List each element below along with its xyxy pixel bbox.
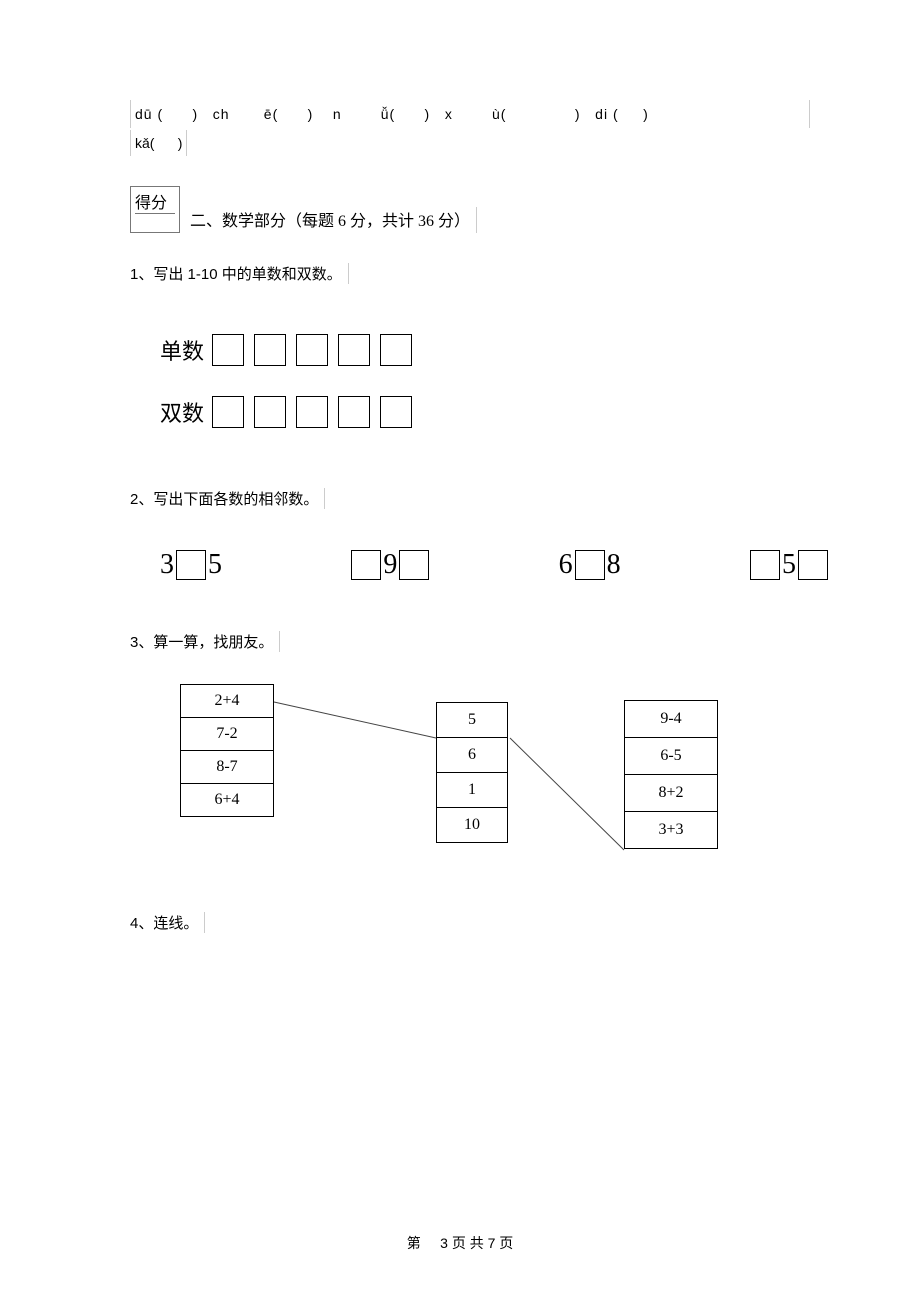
match-cell: 2+4 bbox=[181, 685, 273, 718]
question3-text: 3、算一算，找朋友。 bbox=[130, 631, 280, 652]
page-footer: 第 3 页 共 7 页 bbox=[0, 1233, 920, 1253]
question2-text: 2、写出下面各数的相邻数。 bbox=[130, 488, 325, 509]
even-box[interactable] bbox=[212, 396, 244, 428]
neighbor-box[interactable] bbox=[575, 550, 605, 580]
neighbor-group-3: 6 8 bbox=[559, 549, 621, 581]
num-3: 3 bbox=[160, 549, 174, 581]
neighbor-row: 3 5 9 6 8 5 bbox=[160, 549, 830, 581]
num-5: 5 bbox=[208, 549, 222, 581]
neighbor-box[interactable] bbox=[351, 550, 381, 580]
match-cell: 5 bbox=[437, 703, 507, 738]
match-cell: 3+3 bbox=[625, 812, 717, 848]
odd-row: 单数 bbox=[160, 334, 810, 366]
odd-box[interactable] bbox=[338, 334, 370, 366]
odd-even-boxes: 单数 双数 bbox=[160, 334, 810, 428]
odd-box[interactable] bbox=[380, 334, 412, 366]
num-8: 8 bbox=[607, 549, 621, 581]
num-5b: 5 bbox=[782, 549, 796, 581]
pinyin-line2: kǎ( ) bbox=[130, 130, 187, 156]
match-cell: 6+4 bbox=[181, 784, 273, 816]
odd-label: 单数 bbox=[160, 334, 204, 366]
score-box: 得分 bbox=[130, 186, 180, 233]
match-col1: 2+4 7-2 8-7 6+4 bbox=[180, 684, 274, 817]
match-section: 2+4 7-2 8-7 6+4 5 6 1 10 9-4 6-5 8+2 3+3 bbox=[180, 682, 810, 892]
match-cell: 6-5 bbox=[625, 738, 717, 775]
neighbor-box[interactable] bbox=[176, 550, 206, 580]
num-9: 9 bbox=[383, 549, 397, 581]
footer-page: 3 页 共 7 页 bbox=[440, 1235, 513, 1251]
match-cell: 6 bbox=[437, 738, 507, 773]
section2-title: 二、数学部分（每题 6 分，共计 36 分） bbox=[190, 207, 477, 233]
neighbor-box[interactable] bbox=[399, 550, 429, 580]
neighbor-group-1: 3 5 bbox=[160, 549, 222, 581]
match-cell: 7-2 bbox=[181, 718, 273, 751]
footer-prefix: 第 bbox=[407, 1235, 421, 1251]
even-box[interactable] bbox=[338, 396, 370, 428]
even-box[interactable] bbox=[296, 396, 328, 428]
match-cell: 1 bbox=[437, 773, 507, 808]
match-cell: 8-7 bbox=[181, 751, 273, 784]
odd-box[interactable] bbox=[212, 334, 244, 366]
num-6: 6 bbox=[559, 549, 573, 581]
odd-box[interactable] bbox=[254, 334, 286, 366]
neighbor-group-4: 5 bbox=[748, 549, 830, 581]
pinyin-line1: dū ( ) ch ē( ) n ǚ( ) x ù( ) di ( ) bbox=[130, 100, 810, 128]
even-label: 双数 bbox=[160, 396, 204, 428]
even-box[interactable] bbox=[254, 396, 286, 428]
odd-box[interactable] bbox=[296, 334, 328, 366]
score-label: 得分 bbox=[135, 195, 167, 212]
match-cell: 9-4 bbox=[625, 701, 717, 738]
neighbor-box[interactable] bbox=[798, 550, 828, 580]
match-cell: 8+2 bbox=[625, 775, 717, 812]
neighbor-box[interactable] bbox=[750, 550, 780, 580]
neighbor-group-2: 9 bbox=[349, 549, 431, 581]
match-col3: 9-4 6-5 8+2 3+3 bbox=[624, 700, 718, 849]
question1-text: 1、写出 1-10 中的单数和双数。 bbox=[130, 263, 349, 284]
even-box[interactable] bbox=[380, 396, 412, 428]
match-cell: 10 bbox=[437, 808, 507, 842]
question4-text: 4、连线。 bbox=[130, 912, 205, 933]
even-row: 双数 bbox=[160, 396, 810, 428]
match-col2: 5 6 1 10 bbox=[436, 702, 508, 843]
